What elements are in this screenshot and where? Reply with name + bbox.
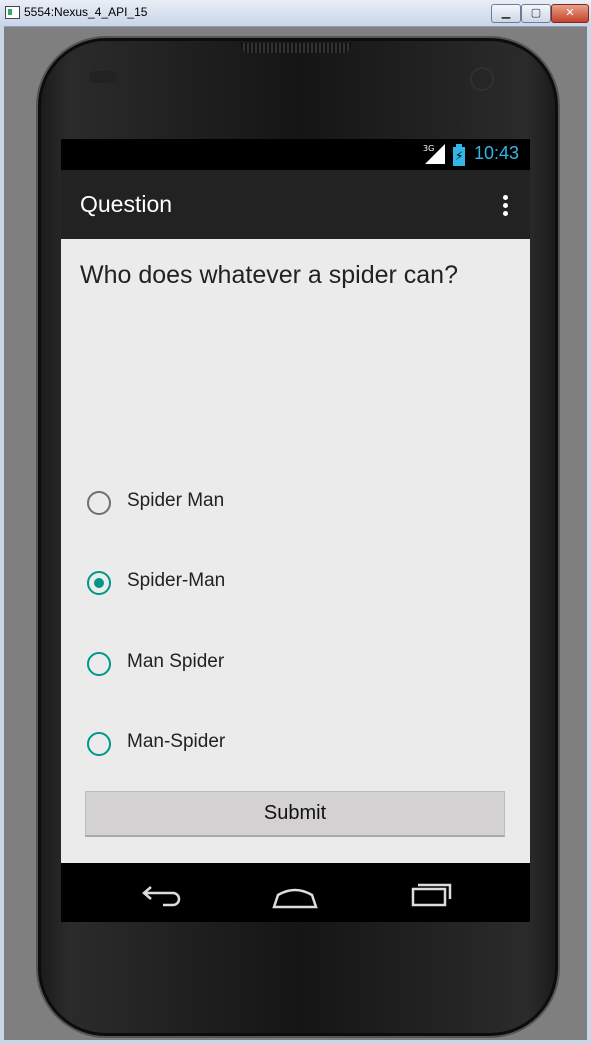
home-icon[interactable] — [265, 873, 325, 913]
emulator-app-icon — [5, 6, 20, 19]
radio-unchecked-icon[interactable] — [87, 652, 111, 676]
window-border-right — [587, 26, 591, 1044]
status-bar: 3G ⚡ 10:43 — [61, 139, 530, 170]
question-content: Who does whatever a spider can? Spider M… — [61, 239, 530, 863]
battery-charging-icon: ⚡ — [453, 144, 465, 166]
radio-unchecked-icon[interactable] — [87, 491, 111, 515]
option-man-spider[interactable]: Man Spider — [87, 644, 387, 684]
question-text: Who does whatever a spider can? — [80, 261, 458, 289]
radio-unchecked-icon[interactable] — [87, 732, 111, 756]
proximity-sensor — [89, 71, 117, 83]
earpiece-speaker — [241, 43, 351, 53]
front-camera-icon — [470, 67, 494, 91]
window-titlebar: 5554:Nexus_4_API_15 ▁ ▢ ✕ — [0, 0, 591, 27]
maximize-button[interactable]: ▢ — [521, 4, 551, 23]
option-label: Man-Spider — [127, 731, 226, 752]
window-border-left — [0, 26, 4, 1044]
option-label: Man Spider — [127, 651, 225, 672]
navigation-bar — [61, 863, 530, 922]
close-button[interactable]: ✕ — [551, 4, 589, 23]
device-screen: 3G ⚡ 10:43 Question Who does whatever a … — [61, 139, 530, 922]
page-title: Question — [80, 191, 173, 217]
window-border-bottom — [0, 1040, 591, 1044]
window-title: 5554:Nexus_4_API_15 — [24, 5, 148, 19]
overflow-menu-icon[interactable] — [503, 195, 508, 217]
minimize-button[interactable]: ▁ — [491, 4, 521, 23]
network-type: 3G — [423, 144, 435, 153]
action-bar: Question — [61, 170, 530, 239]
option-spider-hyphen-man[interactable]: Spider-Man — [87, 563, 387, 603]
back-icon[interactable] — [129, 873, 189, 913]
recents-icon[interactable] — [403, 873, 463, 913]
option-label: Spider-Man — [127, 570, 226, 591]
option-label: Spider Man — [127, 490, 225, 511]
option-man-hyphen-spider[interactable]: Man-Spider — [87, 724, 387, 764]
status-clock: 10:43 — [474, 143, 520, 163]
option-spider-man[interactable]: Spider Man — [87, 483, 387, 523]
submit-button[interactable]: Submit — [85, 791, 505, 837]
radio-checked-icon[interactable] — [87, 571, 111, 595]
